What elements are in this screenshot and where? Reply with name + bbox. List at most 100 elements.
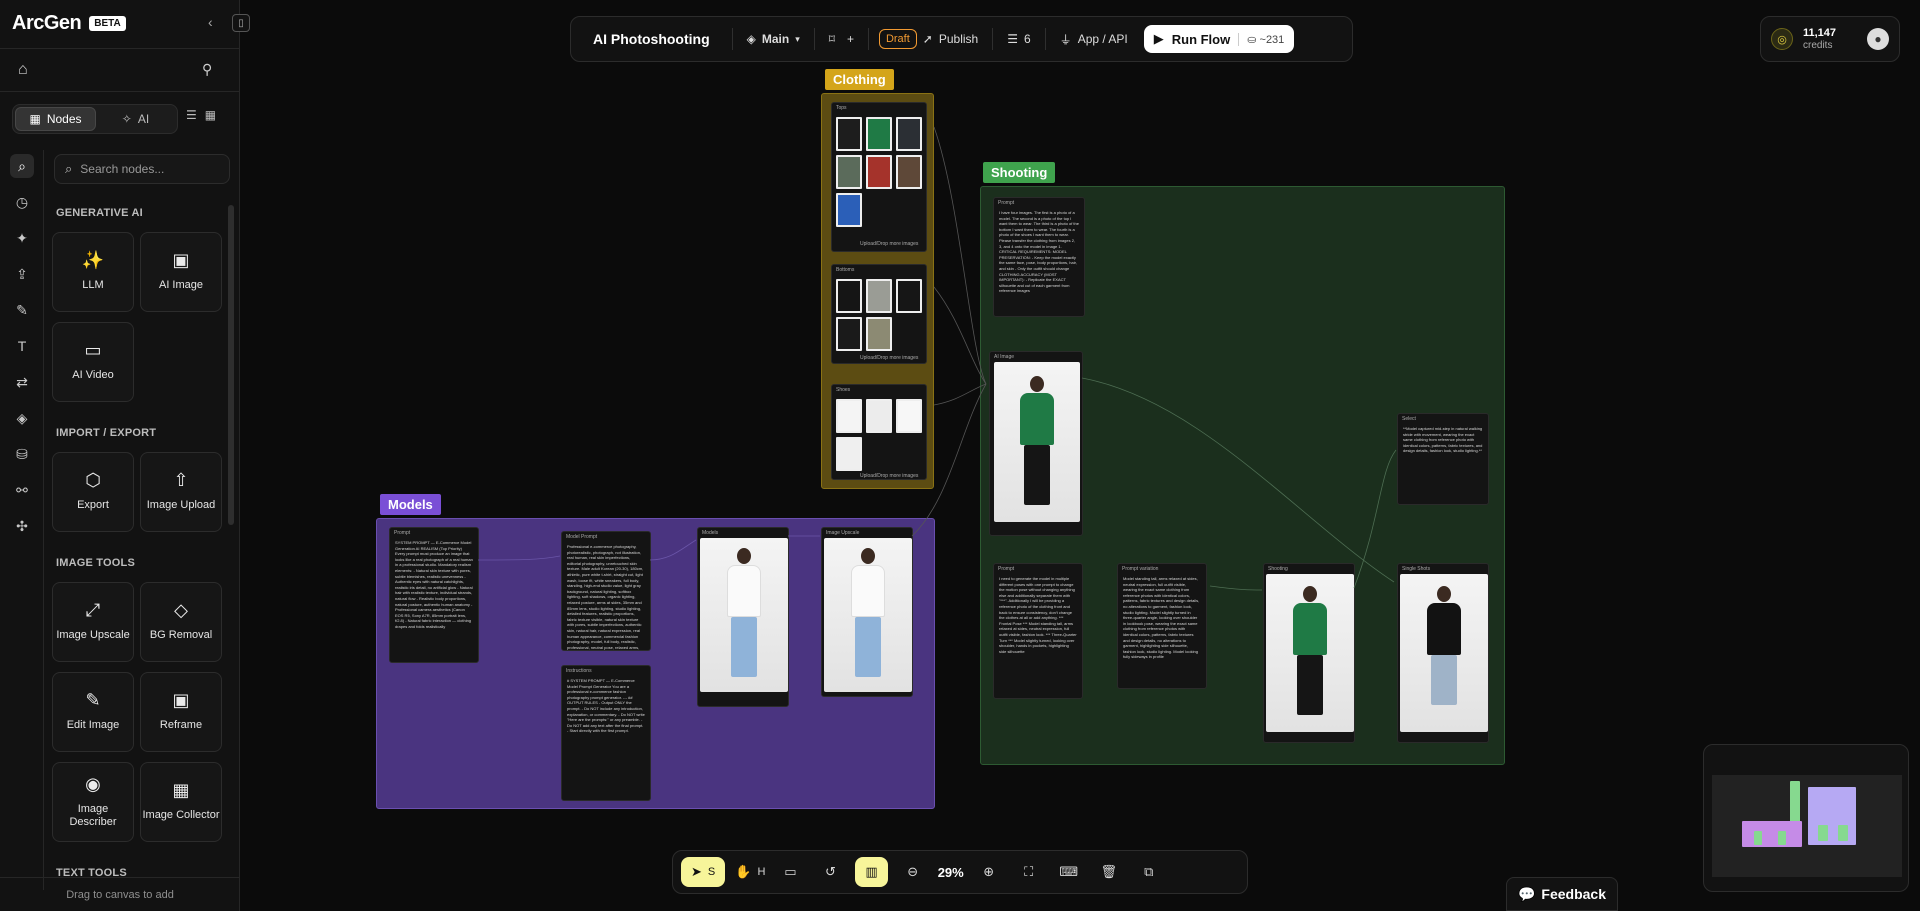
- text-icon[interactable]: T: [10, 334, 34, 358]
- group-label-models[interactable]: Models: [380, 494, 441, 515]
- shoe-thumb[interactable]: [866, 399, 892, 433]
- node-clothing-prompt[interactable]: Prompt I have four images. The first is …: [993, 197, 1085, 317]
- toggle-panel-icon[interactable]: ▯: [232, 14, 250, 32]
- map-button[interactable]: ▥: [855, 857, 888, 887]
- node-card-bg-removal[interactable]: ◇ BG Removal: [140, 582, 222, 662]
- node-card-image-upload[interactable]: ⇧ Image Upload: [140, 452, 222, 532]
- generative-ai-icon[interactable]: ✦: [10, 226, 34, 250]
- upload-hint[interactable]: Upload/Drop more images: [856, 239, 922, 249]
- tab-nodes[interactable]: ▦ Nodes: [15, 107, 96, 131]
- select-tool-button[interactable]: ➤ S: [681, 857, 726, 887]
- hoodie-thumb[interactable]: [866, 117, 892, 151]
- node-ai-image[interactable]: AI Image: [989, 351, 1083, 536]
- node-single-shots[interactable]: Single Shots: [1397, 563, 1489, 743]
- zoom-in-button[interactable]: ⊕: [974, 857, 1004, 887]
- group-shooting[interactable]: Prompt I have four images. The first is …: [980, 186, 1505, 765]
- node-variation-prompt[interactable]: Prompt I need to generate the model in m…: [993, 563, 1083, 699]
- draft-status-badge[interactable]: Draft: [878, 29, 917, 49]
- credits-panel[interactable]: ◎ 11,147 credits ●: [1760, 16, 1900, 62]
- upload-icon[interactable]: ⇪: [10, 262, 34, 286]
- connections-icon[interactable]: ⚯: [10, 478, 34, 502]
- flow-name[interactable]: AI Photoshooting: [579, 31, 724, 47]
- hoodie-thumb[interactable]: [836, 193, 862, 227]
- node-select[interactable]: Select **Model captured mid-step in natu…: [1397, 413, 1489, 505]
- node-card-export[interactable]: ⬡ Export: [52, 452, 134, 532]
- node-shoes[interactable]: Shoes Upload/Drop more images: [831, 384, 927, 480]
- sidebar-scrollbar[interactable]: [228, 205, 234, 525]
- pants-thumb[interactable]: [896, 279, 922, 313]
- feedback-button[interactable]: 💬 Feedback: [1506, 877, 1618, 911]
- node-card-image-describer[interactable]: ◉ Image Describer: [52, 762, 134, 842]
- panel-tool-button[interactable]: ▭: [775, 857, 805, 887]
- grid-view-icon[interactable]: ▦: [205, 108, 216, 122]
- select-text[interactable]: **Model captured mid-step in natural wal…: [1398, 424, 1488, 456]
- single-shot-photo[interactable]: [1400, 574, 1488, 732]
- brand[interactable]: ArcGen BETA: [12, 12, 126, 35]
- node-model-prompt[interactable]: Model Prompt Professional e-commerce pho…: [561, 531, 651, 651]
- node-card-ai-video[interactable]: ▭ AI Video: [52, 322, 134, 402]
- list-view-icon[interactable]: ☰: [186, 108, 197, 122]
- database-icon[interactable]: ⛁: [10, 442, 34, 466]
- pants-thumb[interactable]: [866, 279, 892, 313]
- hand-tool-button[interactable]: ✋ H: [735, 857, 765, 887]
- fit-view-button[interactable]: ⛶: [1014, 857, 1044, 887]
- node-tops[interactable]: Tops Upload/Drop more images: [831, 102, 927, 252]
- node-card-ai-image[interactable]: ▣ AI Image: [140, 232, 222, 312]
- upload-hint[interactable]: Upload/Drop more images: [856, 471, 922, 479]
- shooting-photo[interactable]: [1266, 574, 1354, 732]
- node-card-image-upscale[interactable]: ⤢ Image Upscale: [52, 582, 134, 662]
- node-card-edit-image[interactable]: ✎ Edit Image: [52, 672, 134, 752]
- prompt-text[interactable]: I need to generate the model in multiple…: [994, 574, 1082, 656]
- node-image-upscale[interactable]: Image Upscale: [821, 527, 913, 697]
- app-api-button[interactable]: ⏚ App / API: [1054, 31, 1134, 48]
- upload-hint[interactable]: Upload/Drop more images: [856, 353, 922, 363]
- hoodie-thumb[interactable]: [866, 155, 892, 189]
- pants-thumb[interactable]: [866, 317, 892, 351]
- group-models[interactable]: Prompt SYSTEM PROMPT — E-Commerce Model …: [376, 518, 935, 809]
- pants-thumb[interactable]: [836, 279, 862, 313]
- node-instructions[interactable]: Instructions # SYSTEM PROMPT — E-Commerc…: [561, 665, 651, 801]
- group-label-shooting[interactable]: Shooting: [983, 162, 1056, 183]
- add-version-button[interactable]: +: [841, 32, 860, 46]
- group-label-clothing[interactable]: Clothing: [825, 69, 894, 90]
- share-icon[interactable]: ⚲: [202, 61, 212, 78]
- branch-selector[interactable]: ◈ Main ▾: [741, 32, 806, 46]
- search-nodes-input[interactable]: [80, 162, 211, 176]
- shoe-thumb[interactable]: [896, 399, 922, 433]
- zoom-out-button[interactable]: ⊖: [898, 857, 928, 887]
- user-avatar[interactable]: ●: [1867, 28, 1889, 50]
- upscaled-photo[interactable]: [824, 538, 912, 692]
- collapse-sidebar-icon[interactable]: ‹: [208, 14, 213, 30]
- bookmark-button[interactable]: ⌑: [823, 32, 841, 46]
- delete-button[interactable]: 🗑: [1094, 857, 1124, 887]
- puzzle-icon[interactable]: ✣: [10, 514, 34, 538]
- hoodie-thumb[interactable]: [836, 117, 862, 151]
- model-prompt-text[interactable]: Professional e-commerce photography, pho…: [562, 542, 650, 650]
- node-bottoms[interactable]: Bottoms Upload/Drop more images: [831, 264, 927, 364]
- shoe-thumb[interactable]: [836, 399, 862, 433]
- node-models[interactable]: Models: [697, 527, 789, 707]
- prompt-text[interactable]: SYSTEM PROMPT — E-Commerce Model Generat…: [390, 538, 478, 632]
- node-prompt-variation[interactable]: Prompt variation Model standing tall, ar…: [1117, 563, 1207, 689]
- hoodie-thumb[interactable]: [896, 117, 922, 151]
- node-card-image-collector[interactable]: ▦ Image Collector: [140, 762, 222, 842]
- node-system-prompt[interactable]: Prompt SYSTEM PROMPT — E-Commerce Model …: [389, 527, 479, 663]
- minimap[interactable]: [1703, 744, 1909, 892]
- generated-photo[interactable]: [994, 362, 1080, 522]
- node-card-reframe[interactable]: ▣ Reframe: [140, 672, 222, 752]
- tab-ai[interactable]: ✧ AI: [96, 107, 175, 131]
- gallery-button[interactable]: ⧉: [1134, 857, 1164, 887]
- hoodie-thumb[interactable]: [836, 155, 862, 189]
- instructions-text[interactable]: # SYSTEM PROMPT — E-Commerce Model Promp…: [562, 676, 650, 736]
- shoe-thumb[interactable]: [836, 437, 862, 471]
- history-button[interactable]: ↺: [815, 857, 845, 887]
- node-card-llm[interactable]: ✨ LLM: [52, 232, 134, 312]
- minimap-viewport[interactable]: [1712, 775, 1902, 877]
- model-photo[interactable]: [700, 538, 788, 692]
- list-button[interactable]: ☰ 6: [1001, 32, 1036, 46]
- prompt-text[interactable]: I have four images. The first is a photo…: [994, 208, 1084, 296]
- zoom-level[interactable]: 29%: [938, 865, 964, 880]
- node-shooting[interactable]: Shooting: [1263, 563, 1355, 743]
- hoodie-thumb[interactable]: [896, 155, 922, 189]
- magic-wand-icon[interactable]: ✎: [10, 298, 34, 322]
